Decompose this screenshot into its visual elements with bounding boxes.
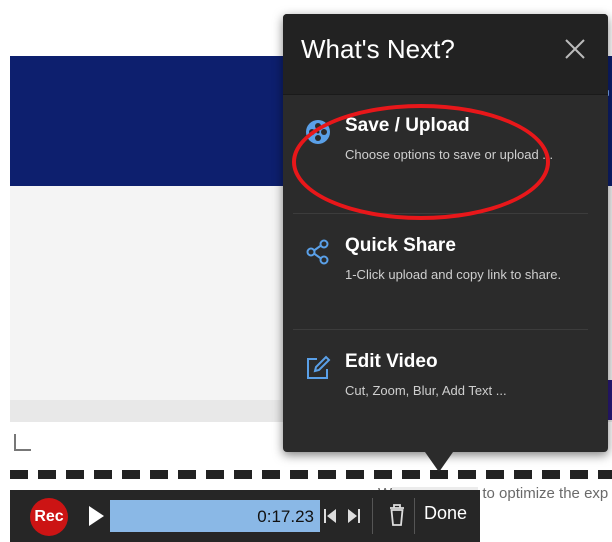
play-icon[interactable] xyxy=(86,504,106,528)
option-save-upload[interactable]: Save / Upload Choose options to save or … xyxy=(283,95,608,210)
capture-region-border xyxy=(10,470,612,479)
timeline-progress[interactable]: 0:17.23 xyxy=(110,500,320,532)
popup-pointer xyxy=(425,452,453,472)
edit-pencil-icon xyxy=(307,355,331,379)
option-divider xyxy=(293,213,588,214)
toolbar-separator xyxy=(372,498,373,534)
option-edit-video[interactable]: Edit Video Cut, Zoom, Blur, Add Text ... xyxy=(283,331,608,446)
option-quick-share[interactable]: Quick Share 1-Click upload and copy link… xyxy=(283,215,608,330)
timecode: 0:17.23 xyxy=(257,507,314,526)
close-icon[interactable] xyxy=(562,36,588,62)
option-description: Choose options to save or upload ... xyxy=(345,147,554,162)
trash-icon[interactable] xyxy=(388,503,406,527)
option-label: Quick Share xyxy=(345,235,456,256)
popup-header: What's Next? xyxy=(283,14,608,95)
done-button[interactable]: Done xyxy=(424,503,467,524)
toolbar-separator xyxy=(414,498,415,534)
film-reel-icon xyxy=(306,120,330,144)
crop-corner-icon xyxy=(14,434,31,451)
share-icon xyxy=(306,239,329,265)
skip-to-end-icon[interactable] xyxy=(346,506,362,526)
background-text-end: to optimize the exp xyxy=(482,485,609,502)
popup-title: What's Next? xyxy=(301,34,455,64)
option-label: Edit Video xyxy=(345,351,438,372)
rec-button[interactable]: Rec xyxy=(30,498,68,536)
option-description: Cut, Zoom, Blur, Add Text ... xyxy=(345,383,507,398)
recorder-toolbar: Rec 0:17.23 Done xyxy=(10,490,480,542)
option-divider xyxy=(293,329,588,330)
option-description: 1-Click upload and copy link to share. xyxy=(345,267,562,282)
skip-to-start-icon[interactable] xyxy=(322,506,338,526)
option-label: Save / Upload xyxy=(345,115,470,136)
whats-next-popup: What's Next? Save / Upload Choose option… xyxy=(283,14,608,472)
